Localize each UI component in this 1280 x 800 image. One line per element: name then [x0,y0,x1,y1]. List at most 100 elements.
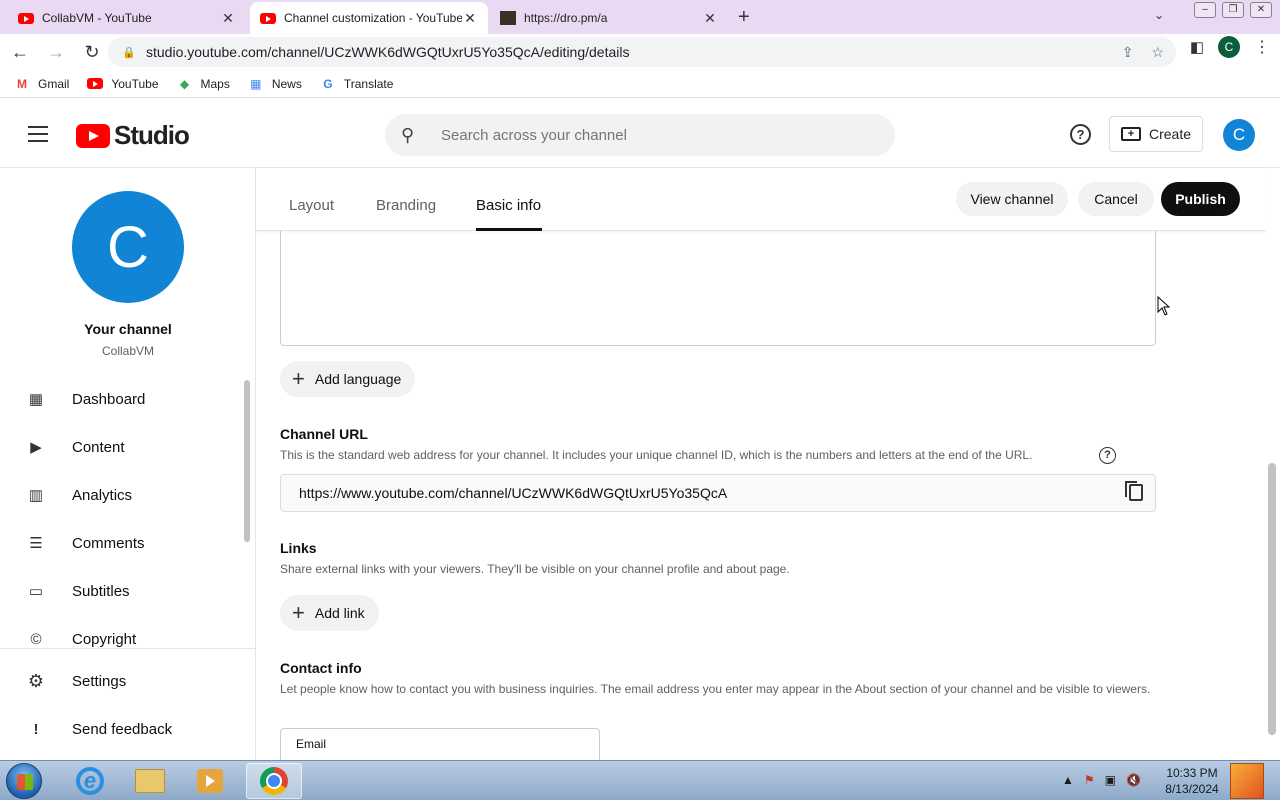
share-icon[interactable]: ⇪ [1122,44,1134,61]
tab-search-chevron-icon[interactable]: ⌄ [1154,8,1164,22]
minimize-icon[interactable]: – [1194,2,1216,18]
sidebar-item-analytics[interactable]: ▥ Analytics [0,471,255,519]
view-channel-button[interactable]: View channel [956,182,1068,216]
sidebar-item-dashboard[interactable]: ▦ Dashboard [0,375,255,423]
start-button-icon[interactable] [6,763,42,799]
search-bar[interactable]: ⚲ [385,114,895,156]
cancel-button[interactable]: Cancel [1078,182,1154,216]
search-input[interactable] [441,126,861,144]
youtube-logo-icon [76,123,110,148]
email-field[interactable]: Email [280,728,600,760]
tray-expand-icon[interactable]: ▲ [1062,773,1074,787]
hamburger-menu-icon[interactable] [28,126,48,142]
customization-tabs-bar: Layout Branding Basic info View channel … [256,168,1266,231]
channel-name: CollabVM [101,344,155,358]
explorer-taskbar-button[interactable] [122,763,178,799]
maps-icon: ◆ [179,76,190,91]
sidebar-item-label: Comments [72,534,145,552]
add-language-button[interactable]: + Add language [280,361,416,397]
sidebar-item-subtitles[interactable]: ▭ Subtitles [0,567,255,615]
bookmark-label: News [271,76,302,91]
action-center-icon[interactable]: ⚑ [1084,773,1095,787]
clock-date: 8/13/2024 [1165,782,1219,796]
close-icon[interactable]: ✕ [462,10,478,27]
internet-explorer-taskbar-button[interactable]: e [62,763,118,799]
channel-avatar[interactable]: C [72,191,184,303]
channel-url-field[interactable]: https://www.youtube.com/channel/UCzWWK6d… [280,474,1156,512]
browser-tab-dro[interactable]: https://dro.pm/a ✕ [490,2,728,34]
your-channel-label: Your channel [84,321,172,337]
show-desktop-button[interactable] [1230,763,1264,799]
internet-explorer-icon: e [76,767,104,795]
sidebar-item-content[interactable]: ▶ Content [0,423,255,471]
new-tab-button[interactable]: + [738,6,750,29]
clock-time: 10:33 PM [1166,766,1218,780]
dashboard-icon: ▦ [28,391,44,408]
sidebar-item-send-feedback[interactable]: ! Send feedback [0,705,255,753]
address-bar[interactable]: 🔒 studio.youtube.com/channel/UCzWWK6dWGQ… [108,37,1176,67]
add-link-label: Add link [314,605,365,621]
bookmark-gmail[interactable]: M Gmail [14,77,69,91]
copyright-icon: © [30,630,42,648]
forward-arrow-icon[interactable]: → [40,36,72,68]
studio-logo[interactable]: Studio [76,120,190,151]
bookmark-label: Maps [200,76,230,91]
address-url: studio.youtube.com/channel/UCzWWK6dWGQtU… [146,44,630,60]
restore-icon[interactable]: ❐ [1222,2,1244,18]
browser-tab-channel-customization[interactable]: Channel customization - YouTube Studio ✕ [250,2,488,34]
close-icon[interactable]: ✕ [220,10,236,27]
bookmark-label: YouTube [111,76,159,91]
bookmark-maps[interactable]: ◆ Maps [177,77,230,91]
profile-avatar[interactable]: C [1218,36,1240,58]
search-icon: ⚲ [401,124,415,145]
bookmarks-bar: M Gmail YouTube ◆ Maps ▦ News G Translate [0,70,1280,98]
sidebar-item-comments[interactable]: ☰ Comments [0,519,255,567]
description-textarea[interactable] [280,231,1156,346]
analytics-icon: ▥ [28,487,44,504]
create-button[interactable]: + Create [1109,116,1203,152]
sidebar-item-settings[interactable]: ⚙ Settings [0,657,255,705]
scrollbar-thumb[interactable] [1268,463,1276,735]
sidebar-scrollbar[interactable] [244,380,250,542]
browser-tab-collabvm[interactable]: CollabVM - YouTube ✕ [8,2,246,34]
help-icon[interactable]: ? [1070,124,1091,145]
bookmark-translate[interactable]: G Translate [320,76,393,91]
add-link-button[interactable]: + Add link [280,595,379,631]
taskbar-clock[interactable]: 10:33 PM 8/13/2024 [1160,765,1224,797]
feedback-icon: ! [33,720,39,738]
side-panel-icon[interactable]: ◧ [1190,38,1204,56]
kebab-menu-icon[interactable]: ⋮ [1254,37,1270,57]
news-icon: ▦ [250,76,262,91]
channel-url-description: This is the standard web address for you… [280,448,1033,462]
chrome-taskbar-button[interactable] [246,763,302,799]
sidebar: C Your channel CollabVM ▦ Dashboard ▶ Co… [0,168,256,760]
dro-favicon-icon [500,11,516,25]
back-arrow-icon[interactable]: ← [4,36,36,68]
bookmark-news[interactable]: ▦ News [248,77,302,91]
lock-icon: 🔒 [122,46,136,59]
main-scrollbar[interactable] [1266,231,1280,760]
tab-branding[interactable]: Branding [376,197,436,214]
links-title: Links [280,540,317,556]
close-icon[interactable]: ✕ [702,10,718,27]
reload-icon[interactable]: ↻ [76,36,108,68]
publish-button[interactable]: Publish [1161,182,1240,216]
help-circle-icon[interactable]: ? [1099,447,1116,464]
tab-layout[interactable]: Layout [289,197,334,214]
network-icon[interactable]: ▣ [1105,773,1116,787]
tab-basic-info[interactable]: Basic info [476,197,541,214]
account-avatar[interactable]: C [1223,119,1255,151]
sidebar-item-copyright[interactable]: © Copyright [0,615,255,663]
sidebar-item-label: Settings [72,672,127,690]
browser-toolbar: ← → ↻ 🔒 studio.youtube.com/channel/UCzWW… [0,34,1280,70]
media-player-taskbar-button[interactable] [182,763,238,799]
volume-muted-icon[interactable]: 🔇 [1126,773,1141,787]
channel-url-value: https://www.youtube.com/channel/UCzWWK6d… [299,485,728,501]
bookmark-star-icon[interactable]: ☆ [1151,44,1164,61]
copy-icon[interactable] [1125,481,1143,501]
bookmark-youtube[interactable]: YouTube [87,76,159,91]
sidebar-item-label: Analytics [72,486,133,504]
close-window-icon[interactable]: ✕ [1250,2,1272,18]
translate-icon: G [323,76,333,91]
sidebar-item-label: Send feedback [72,720,173,738]
